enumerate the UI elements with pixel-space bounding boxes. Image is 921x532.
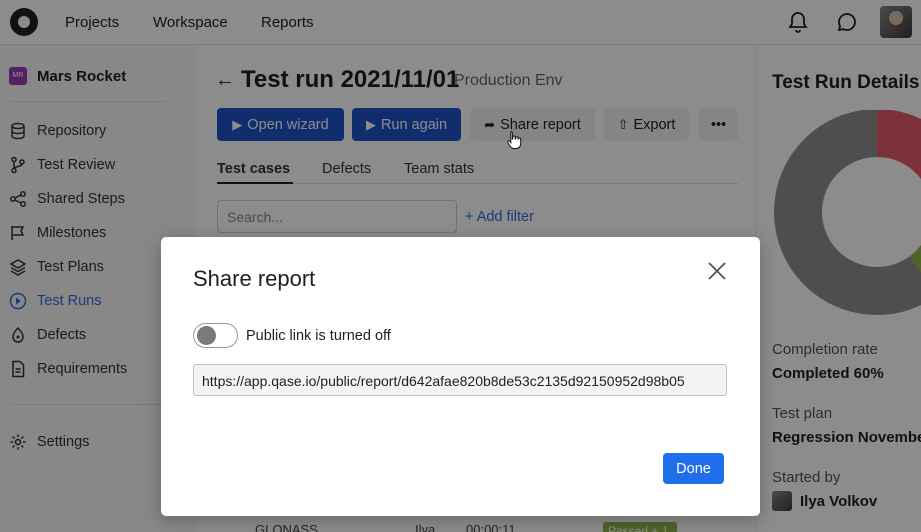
public-link-toggle[interactable] [193,323,238,348]
toggle-knob [197,326,216,345]
dialog-title: Share report [193,266,316,291]
close-icon[interactable] [706,260,728,282]
done-button[interactable]: Done [663,453,724,484]
share-report-dialog: Share report Public link is turned off h… [161,237,760,516]
toggle-label: Public link is turned off [246,328,391,344]
public-link-field[interactable]: https://app.qase.io/public/report/d642af… [193,364,727,396]
hand-cursor-icon [507,131,522,149]
